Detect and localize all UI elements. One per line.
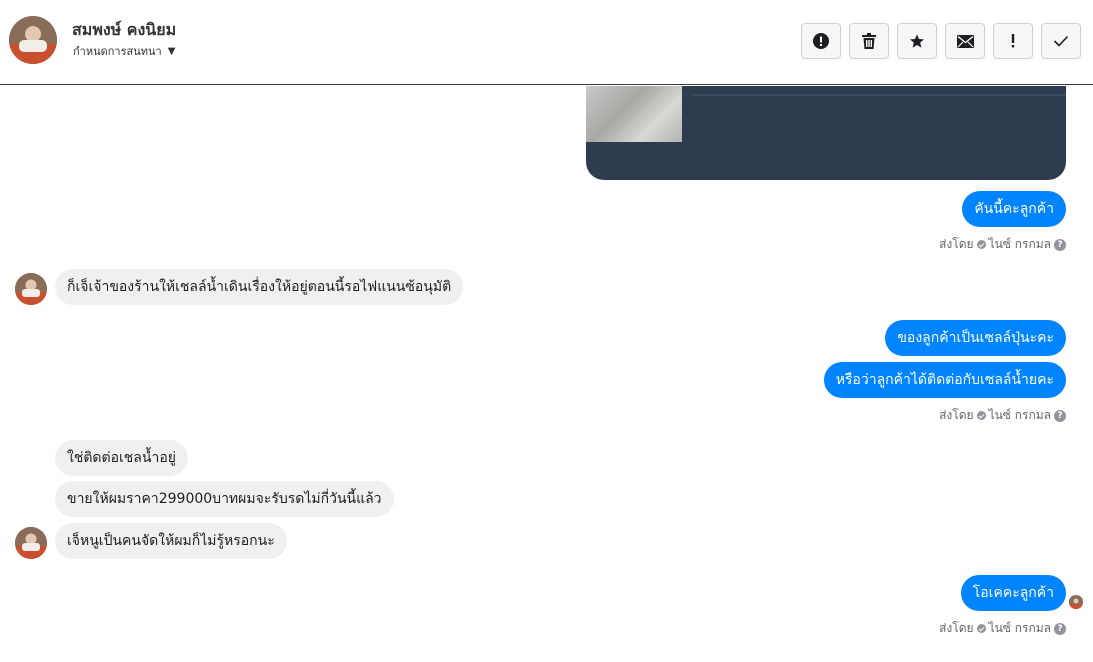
star-button[interactable] [897,23,937,59]
help-icon[interactable]: ? [1054,622,1066,635]
star-icon [910,34,924,48]
message-incoming[interactable]: ขายให้ผมราคา299000บาทผมจะรับรดไม่กี่วันน… [55,481,394,517]
help-icon[interactable]: ? [1054,409,1066,422]
media-divider [692,94,1066,96]
sent-by-label: ส่งโดย [939,237,974,251]
mark-unread-button[interactable] [945,23,985,59]
envelope-icon [956,34,974,48]
message-incoming[interactable]: ก็เจ็เจ้าของร้านให้เชลล์น้ำเดินเรื่องให้… [55,269,464,305]
conversation-settings-label: กำหนดการสนทนา [73,45,162,58]
verified-icon [976,624,986,633]
sender-name: ไนซ์ กรกมล [988,408,1051,422]
verified-icon [976,240,986,249]
sender-name: ไนซ์ กรกมล [988,237,1051,251]
attachment-thumbnail[interactable] [586,86,682,142]
message-outgoing[interactable]: ของลูกค้าเป็นเซลล์ปุ่นะคะ [885,320,1066,356]
checkmark-icon [1053,35,1069,47]
exclamation-icon [1011,34,1015,48]
shared-media-card[interactable] [586,86,1066,180]
message-outgoing[interactable]: หรือว่าลูกค้าได้ติดต่อกับเซลล์น้ำยคะ [823,362,1066,398]
message-outgoing[interactable]: คันนี้คะลูกค้า [962,191,1066,227]
conversation-settings-dropdown[interactable]: กำหนดการสนทนา ▼ [73,42,175,60]
help-icon[interactable]: ? [1054,238,1066,251]
conversation-toolbar [801,23,1081,59]
message-meta: ส่งโดย ไนซ์ กรกมล ? [939,235,1066,254]
message-incoming[interactable]: ใช่ติดต่อเชลน้ำอยู่ [55,440,188,476]
message-meta: ส่งโดย ไนซ์ กรกมล ? [939,619,1066,638]
message-outgoing[interactable]: โอเคคะลูกค้า [960,575,1066,611]
contact-avatar [15,273,47,305]
seen-avatar [1069,595,1083,609]
verified-icon [976,411,986,420]
sender-name: ไนซ์ กรกมล [988,621,1051,635]
contact-avatar [15,527,47,559]
sent-by-label: ส่งโดย [939,621,974,635]
trash-icon [862,33,876,49]
sent-by-label: ส่งโดย [939,408,974,422]
report-button[interactable] [801,23,841,59]
message-meta: ส่งโดย ไนซ์ กรกมล ? [939,406,1066,425]
alert-circle-icon [813,33,829,49]
delete-button[interactable] [849,23,889,59]
contact-avatar[interactable] [9,16,57,64]
caret-down-icon: ▼ [167,45,176,57]
conversation-header: สมพงษ์ คงนิยม กำหนดการสนทนา ▼ [0,0,1093,85]
spam-button[interactable] [993,23,1033,59]
contact-name[interactable]: สมพงษ์ คงนิยม [72,18,176,43]
done-button[interactable] [1041,23,1081,59]
message-incoming[interactable]: เจ็หนูเป็นคนจัดให้ผมก็ไม่รู้หรอกนะ [55,523,287,559]
